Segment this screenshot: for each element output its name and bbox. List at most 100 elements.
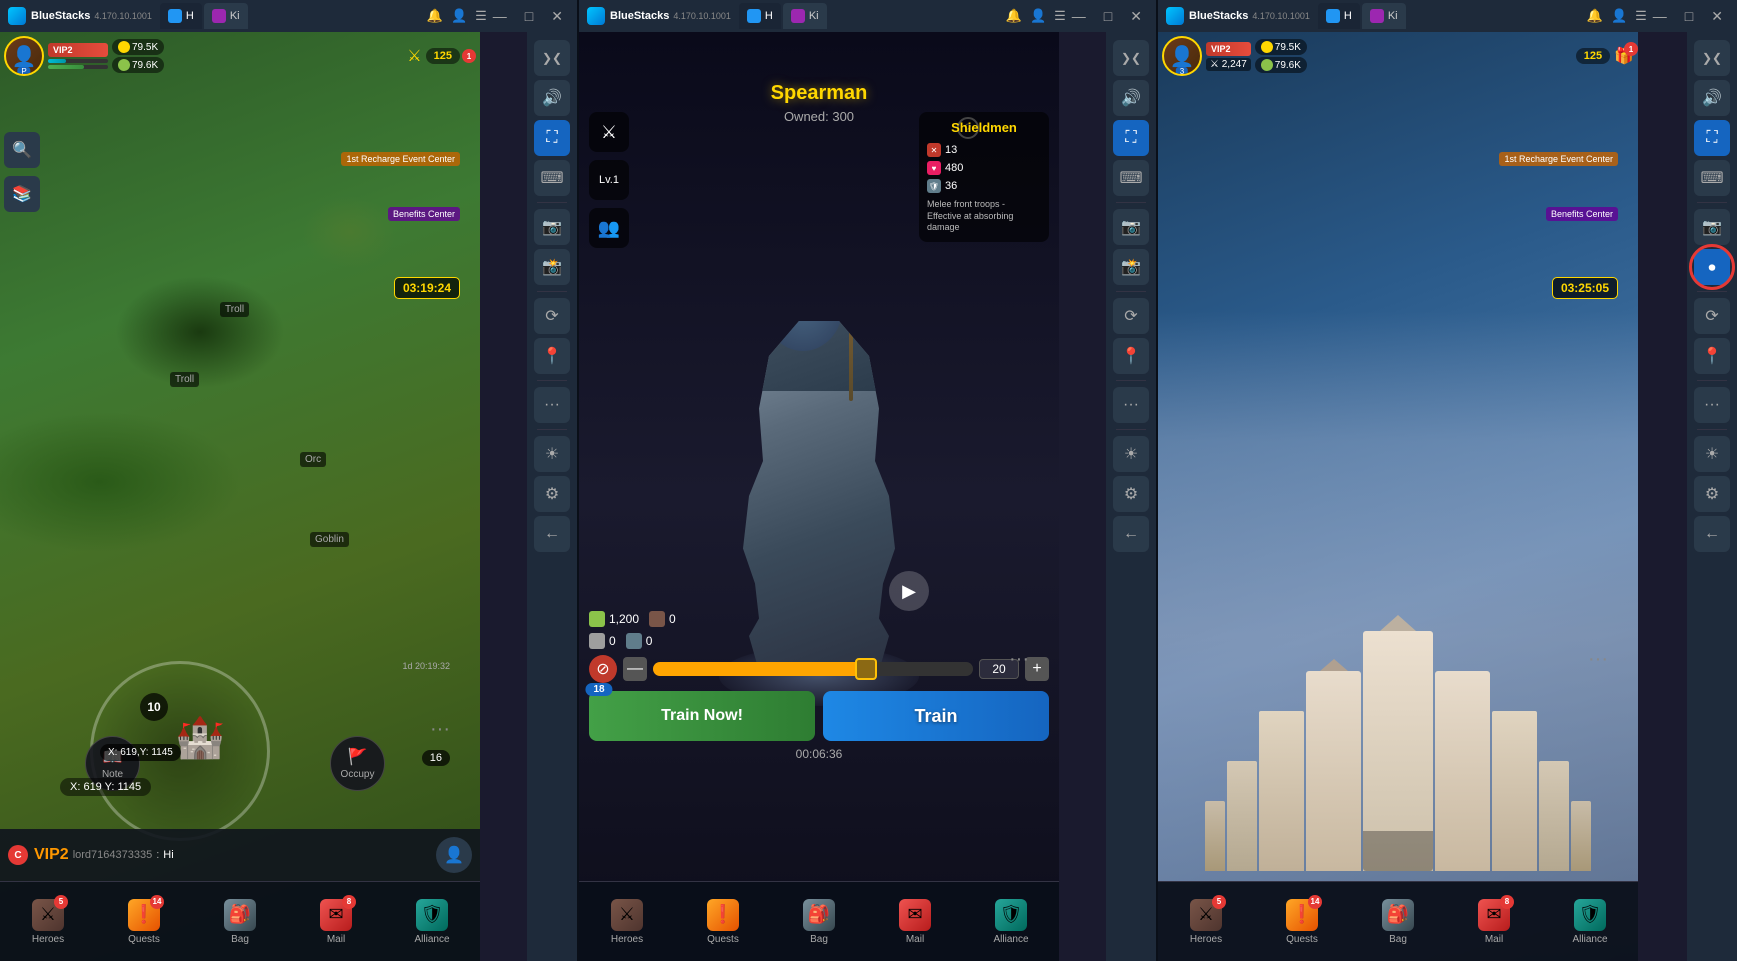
minimize-btn-2[interactable]: — <box>1066 6 1092 26</box>
back-btn-3[interactable]: ← <box>1694 516 1730 552</box>
benefits-label-1[interactable]: Benefits Center <box>388 207 460 221</box>
location-btn-2[interactable]: 📍 <box>1113 338 1149 374</box>
camera2-btn-1[interactable]: 📸 <box>534 249 570 285</box>
fullscreen-btn-2[interactable]: ⛶ <box>1113 120 1149 156</box>
dots-menu-1[interactable]: ··· <box>430 718 450 741</box>
event-label-1[interactable]: 1st Recharge Event Center <box>341 152 460 166</box>
user-avatar-btn[interactable]: 👤 <box>436 837 472 873</box>
brightness-btn-1[interactable]: ☀ <box>534 436 570 472</box>
nav-quests-3[interactable]: ❗ 14 Quests <box>1254 882 1350 961</box>
play-video-btn[interactable]: ▶ <box>889 571 929 611</box>
action-occupy-1[interactable]: 🚩 Occupy <box>330 736 385 791</box>
minimize-btn-1[interactable]: — <box>487 6 513 26</box>
decrease-btn[interactable]: — <box>623 657 647 681</box>
unit-detail-icon[interactable]: 👥 <box>589 208 629 248</box>
macro-record-side-btn[interactable]: ⏺ <box>1694 249 1730 285</box>
tab-ki-3[interactable]: Ki <box>1362 3 1406 29</box>
zoom-search-btn[interactable]: 🔍 <box>4 132 40 168</box>
level-icon[interactable]: Lv.1 <box>589 160 629 200</box>
expand-btn-1[interactable]: ❯❮ <box>534 40 570 76</box>
nav-mail-3[interactable]: ✉ 8 Mail <box>1446 882 1542 961</box>
nav-heroes-3[interactable]: ⚔ 5 Heroes <box>1158 882 1254 961</box>
back-btn-2[interactable]: ← <box>1113 516 1149 552</box>
menu-icon-2[interactable]: ☰ <box>1054 8 1066 24</box>
maximize-btn-1[interactable]: □ <box>519 6 539 26</box>
nav-bag-1[interactable]: 🎒 Bag <box>192 882 288 961</box>
user-icon-3[interactable]: 👤 <box>1611 8 1627 24</box>
menu-icon-1[interactable]: ☰ <box>475 8 487 24</box>
nav-mail-1[interactable]: ✉ 8 Mail <box>288 882 384 961</box>
volume-btn-3[interactable]: 🔊 <box>1694 80 1730 116</box>
nav-mail-2[interactable]: ✉ Mail <box>867 882 963 961</box>
menu-icon-3[interactable]: ☰ <box>1635 8 1647 24</box>
game-viewport-2[interactable]: Spearman Owned: 300 ? ⚔ Lv.1 👥 <box>579 32 1059 961</box>
bell-icon-3[interactable]: 🔔 <box>1587 8 1603 24</box>
expand-btn-2[interactable]: ❯❮ <box>1113 40 1149 76</box>
dots-menu-2[interactable]: ··· <box>1009 648 1029 671</box>
item-icon-1[interactable]: 📚 <box>4 176 40 212</box>
avatar-1[interactable]: 👤 P <box>4 36 44 76</box>
bell-icon-1[interactable]: 🔔 <box>427 8 443 24</box>
volume-btn-1[interactable]: 🔊 <box>534 80 570 116</box>
close-btn-3[interactable]: ✕ <box>1705 6 1729 27</box>
back-btn-1[interactable]: ← <box>534 516 570 552</box>
screenshot-btn-3[interactable]: 📷 <box>1694 209 1730 245</box>
user-icon-1[interactable]: 👤 <box>451 8 467 24</box>
train-now-btn[interactable]: Train Now! 18 <box>589 691 815 741</box>
nav-heroes-1[interactable]: ⚔ 5 Heroes <box>0 882 96 961</box>
dots-side-btn-2[interactable]: ··· <box>1113 387 1149 423</box>
user-icon-2[interactable]: 👤 <box>1030 8 1046 24</box>
cancel-btn[interactable]: ⊘ <box>589 655 617 683</box>
castle-icon-1[interactable]: 🏰 <box>175 714 225 761</box>
nav-alliance-3[interactable]: 🛡 Alliance <box>1542 882 1638 961</box>
chat-bar-1[interactable]: C VIP2 lord7164373335 : Hi 👤 <box>0 829 480 881</box>
keyboard-btn-3[interactable]: ⌨ <box>1694 160 1730 196</box>
fullscreen-btn-3[interactable]: ⛶ <box>1694 120 1730 156</box>
nav-quests-1[interactable]: ❗ 14 Quests <box>96 882 192 961</box>
settings-btn-3[interactable]: ⚙ <box>1694 476 1730 512</box>
tab-h-2[interactable]: H <box>739 3 781 29</box>
screenshot-btn-1[interactable]: 📷 <box>534 209 570 245</box>
close-btn-2[interactable]: ✕ <box>1124 6 1148 27</box>
settings-btn-1[interactable]: ⚙ <box>534 476 570 512</box>
quantity-slider[interactable] <box>653 662 973 676</box>
brightness-btn-2[interactable]: ☀ <box>1113 436 1149 472</box>
rotate-btn-1[interactable]: ⟳ <box>534 298 570 334</box>
avatar-3[interactable]: 👤 3 <box>1162 36 1202 76</box>
nav-quests-2[interactable]: ❗ Quests <box>675 882 771 961</box>
game-viewport-3[interactable]: 👤 3 VIP2 ⚔ 2,247 79.5K 79.6K <box>1158 32 1638 961</box>
benefits-label-3[interactable]: Benefits Center <box>1546 207 1618 221</box>
camera-btn-2[interactable]: 📸 <box>1113 249 1149 285</box>
keyboard-btn-2[interactable]: ⌨ <box>1113 160 1149 196</box>
nav-bag-2[interactable]: 🎒 Bag <box>771 882 867 961</box>
game-viewport-1[interactable]: 👤 P VIP2 79.5K <box>0 32 480 961</box>
nav-heroes-2[interactable]: ⚔ Heroes <box>579 882 675 961</box>
tab-ki-1[interactable]: Ki <box>204 3 248 29</box>
screenshot-btn-2[interactable]: 📷 <box>1113 209 1149 245</box>
train-btn[interactable]: Train <box>823 691 1049 741</box>
keyboard-btn-1[interactable]: ⌨ <box>534 160 570 196</box>
event-label-3[interactable]: 1st Recharge Event Center <box>1499 152 1618 166</box>
bell-icon-2[interactable]: 🔔 <box>1006 8 1022 24</box>
rotate-btn-3[interactable]: ⟳ <box>1694 298 1730 334</box>
minimize-btn-3[interactable]: — <box>1647 6 1673 26</box>
settings-btn-2[interactable]: ⚙ <box>1113 476 1149 512</box>
swap-icon[interactable]: ⚔ <box>589 112 629 152</box>
brightness-btn-3[interactable]: ☀ <box>1694 436 1730 472</box>
maximize-btn-3[interactable]: □ <box>1679 6 1699 26</box>
nav-alliance-2[interactable]: 🛡 Alliance <box>963 882 1059 961</box>
tab-h-3[interactable]: H <box>1318 3 1360 29</box>
nav-alliance-1[interactable]: 🛡 Alliance <box>384 882 480 961</box>
rotate-btn-2[interactable]: ⟳ <box>1113 298 1149 334</box>
dots-side-btn-1[interactable]: ··· <box>534 387 570 423</box>
dots-side-btn-3[interactable]: ··· <box>1694 387 1730 423</box>
location-btn-3[interactable]: 📍 <box>1694 338 1730 374</box>
tab-h-1[interactable]: H <box>160 3 202 29</box>
nav-bag-3[interactable]: 🎒 Bag <box>1350 882 1446 961</box>
expand-btn-3[interactable]: ❯❮ <box>1694 40 1730 76</box>
location-btn-1[interactable]: 📍 <box>534 338 570 374</box>
fullscreen-btn-1[interactable]: ⛶ <box>534 120 570 156</box>
close-btn-1[interactable]: ✕ <box>545 6 569 27</box>
tab-ki-2[interactable]: Ki <box>783 3 827 29</box>
maximize-btn-2[interactable]: □ <box>1098 6 1118 26</box>
